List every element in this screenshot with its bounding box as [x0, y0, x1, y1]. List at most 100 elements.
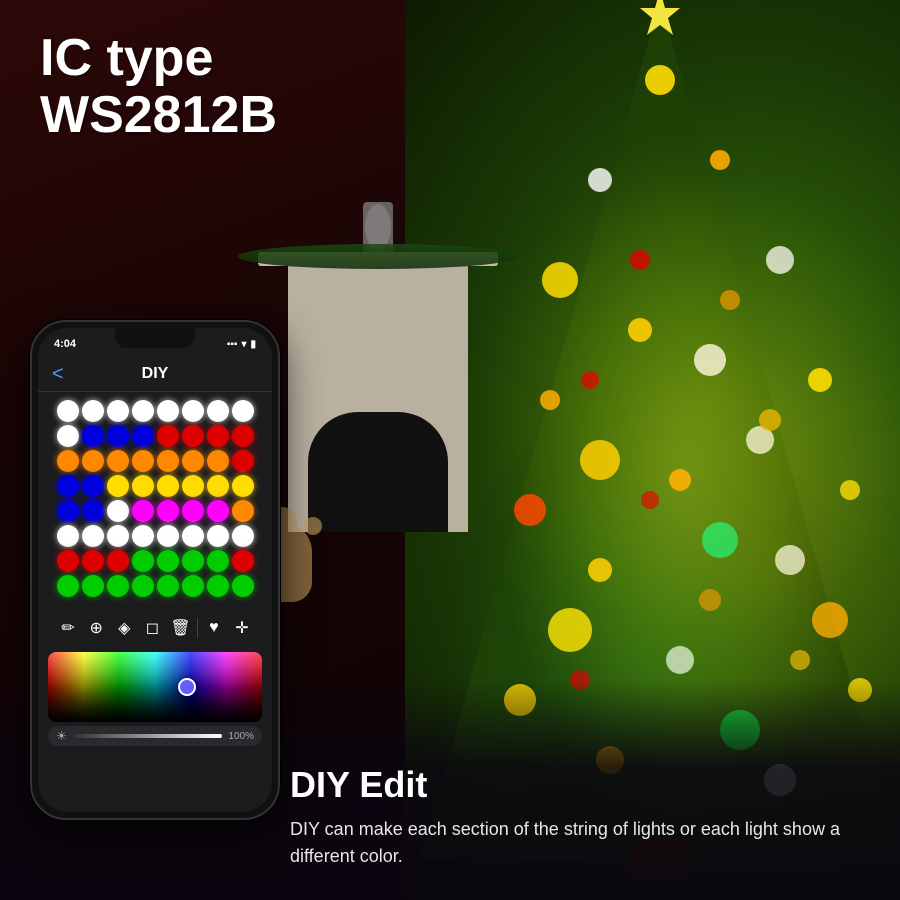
- led-dot-0-3[interactable]: [132, 400, 154, 422]
- ic-type-block: IC type WS2812B: [40, 30, 277, 144]
- led-dot-6-4[interactable]: [157, 550, 179, 572]
- trash-tool[interactable]: 🗑: [169, 616, 193, 640]
- diy-description: DIY can make each section of the string …: [290, 816, 870, 870]
- move-tool[interactable]: ✛: [230, 616, 254, 640]
- fill-tool[interactable]: ◈: [112, 616, 136, 640]
- led-dot-2-5[interactable]: [182, 450, 204, 472]
- led-dot-3-4[interactable]: [157, 475, 179, 497]
- led-dot-7-2[interactable]: [107, 575, 129, 597]
- led-dot-1-6[interactable]: [207, 425, 229, 447]
- led-dot-5-0[interactable]: [57, 525, 79, 547]
- led-dot-7-6[interactable]: [207, 575, 229, 597]
- led-dot-2-6[interactable]: [207, 450, 229, 472]
- led-dot-7-5[interactable]: [182, 575, 204, 597]
- led-dot-0-6[interactable]: [207, 400, 229, 422]
- led-dot-4-5[interactable]: [182, 500, 204, 522]
- led-dot-2-7[interactable]: [232, 450, 254, 472]
- led-dot-4-0[interactable]: [57, 500, 79, 522]
- led-dot-6-0[interactable]: [57, 550, 79, 572]
- picker-tool[interactable]: ⊕: [84, 616, 108, 640]
- led-dot-6-1[interactable]: [82, 550, 104, 572]
- eraser-tool[interactable]: ◻: [140, 616, 164, 640]
- status-time: 4:04: [54, 338, 76, 350]
- phone-screen: 4:04 ▪▪▪ ▾ ▮ < DIY ✏ ⊕ ◈ ◻ 🗑: [38, 328, 272, 812]
- led-dot-6-7[interactable]: [232, 550, 254, 572]
- led-row-0: [48, 400, 262, 422]
- led-dot-0-0[interactable]: [57, 400, 79, 422]
- led-dot-6-5[interactable]: [182, 550, 204, 572]
- led-dot-0-5[interactable]: [182, 400, 204, 422]
- color-cursor[interactable]: [178, 678, 196, 696]
- led-dot-2-1[interactable]: [82, 450, 104, 472]
- led-dot-1-4[interactable]: [157, 425, 179, 447]
- led-dot-7-4[interactable]: [157, 575, 179, 597]
- led-dot-4-3[interactable]: [132, 500, 154, 522]
- fireplace-area: [288, 252, 468, 532]
- battery-icon: ▮: [250, 339, 256, 350]
- led-dot-5-4[interactable]: [157, 525, 179, 547]
- led-dot-1-3[interactable]: [132, 425, 154, 447]
- led-dot-3-6[interactable]: [207, 475, 229, 497]
- led-row-5: [48, 525, 262, 547]
- brightness-value: 100%: [228, 731, 254, 742]
- led-dot-0-1[interactable]: [82, 400, 104, 422]
- led-row-7: [48, 575, 262, 597]
- brightness-icon: ☀: [56, 729, 67, 743]
- led-dot-4-2[interactable]: [107, 500, 129, 522]
- wifi-icon: ▾: [241, 339, 246, 350]
- bear-ear-r: [304, 517, 322, 535]
- toolbar[interactable]: ✏ ⊕ ◈ ◻ 🗑 ♥ ✛: [38, 608, 272, 648]
- led-row-6: [48, 550, 262, 572]
- led-dot-1-0[interactable]: [57, 425, 79, 447]
- led-dot-7-3[interactable]: [132, 575, 154, 597]
- led-dot-4-4[interactable]: [157, 500, 179, 522]
- led-dot-3-2[interactable]: [107, 475, 129, 497]
- phone-notch: [115, 328, 195, 348]
- led-dot-6-6[interactable]: [207, 550, 229, 572]
- led-dot-5-2[interactable]: [107, 525, 129, 547]
- led-dot-7-7[interactable]: [232, 575, 254, 597]
- led-grid: [38, 392, 272, 608]
- led-dot-1-2[interactable]: [107, 425, 129, 447]
- heart-tool[interactable]: ♥: [202, 616, 226, 640]
- led-dot-3-3[interactable]: [132, 475, 154, 497]
- fireplace-arch: [308, 412, 448, 532]
- status-icons: ▪▪▪ ▾ ▮: [227, 339, 256, 350]
- led-dot-1-5[interactable]: [182, 425, 204, 447]
- led-dot-3-1[interactable]: [82, 475, 104, 497]
- pencil-tool[interactable]: ✏: [56, 616, 80, 640]
- led-dot-5-6[interactable]: [207, 525, 229, 547]
- led-dot-5-7[interactable]: [232, 525, 254, 547]
- phone-header: < DIY: [38, 356, 272, 392]
- led-dot-3-0[interactable]: [57, 475, 79, 497]
- brightness-bar[interactable]: ☀ 100%: [48, 726, 262, 746]
- led-row-1: [48, 425, 262, 447]
- led-dot-4-7[interactable]: [232, 500, 254, 522]
- led-dot-3-7[interactable]: [232, 475, 254, 497]
- led-dot-2-2[interactable]: [107, 450, 129, 472]
- led-dot-1-1[interactable]: [82, 425, 104, 447]
- led-dot-4-1[interactable]: [82, 500, 104, 522]
- brightness-track[interactable]: [73, 734, 223, 738]
- led-dot-6-3[interactable]: [132, 550, 154, 572]
- led-dot-4-6[interactable]: [207, 500, 229, 522]
- led-dot-2-0[interactable]: [57, 450, 79, 472]
- led-dot-2-4[interactable]: [157, 450, 179, 472]
- screen-title: DIY: [142, 365, 169, 383]
- brightness-fill: [73, 734, 223, 738]
- color-picker[interactable]: [48, 652, 262, 722]
- led-dot-7-1[interactable]: [82, 575, 104, 597]
- led-dot-6-2[interactable]: [107, 550, 129, 572]
- led-dot-5-1[interactable]: [82, 525, 104, 547]
- led-dot-3-5[interactable]: [182, 475, 204, 497]
- led-dot-5-3[interactable]: [132, 525, 154, 547]
- led-dot-5-5[interactable]: [182, 525, 204, 547]
- led-dot-2-3[interactable]: [132, 450, 154, 472]
- led-dot-7-0[interactable]: [57, 575, 79, 597]
- led-dot-0-2[interactable]: [107, 400, 129, 422]
- led-dot-0-7[interactable]: [232, 400, 254, 422]
- led-dot-0-4[interactable]: [157, 400, 179, 422]
- back-button[interactable]: <: [52, 364, 64, 384]
- led-dot-1-7[interactable]: [232, 425, 254, 447]
- led-row-3: [48, 475, 262, 497]
